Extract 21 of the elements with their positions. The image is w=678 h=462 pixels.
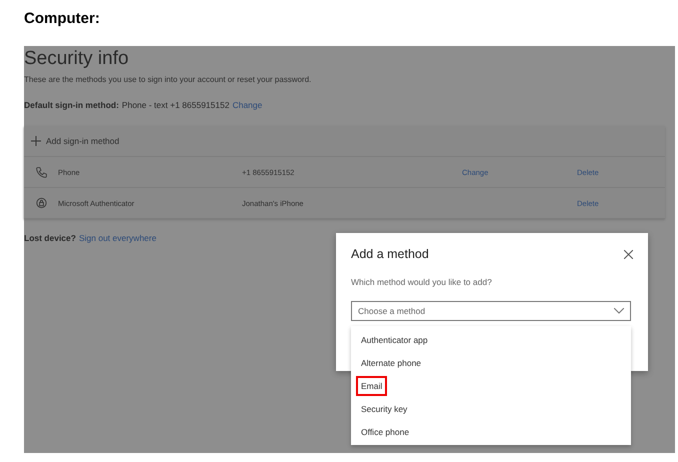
dialog-question: Which method would you like to add? bbox=[351, 277, 493, 287]
page-description: These are the methods you use to sign into your account or reset your password. bbox=[24, 75, 312, 84]
chevron-down-icon bbox=[614, 308, 624, 314]
default-method-value: Phone - text +1 8655915152 bbox=[122, 100, 230, 110]
default-method-label: Default sign-in method: bbox=[24, 100, 119, 110]
add-method-button[interactable]: Add sign-in method bbox=[31, 136, 120, 146]
method-option[interactable]: Security key bbox=[356, 398, 412, 418]
section-heading: Computer: bbox=[24, 10, 100, 27]
phone-icon bbox=[34, 166, 48, 178]
close-button[interactable] bbox=[624, 250, 633, 258]
method-option[interactable]: Office phone bbox=[356, 422, 414, 442]
page-title: Security info bbox=[24, 48, 129, 70]
close-icon bbox=[624, 250, 633, 258]
method-option[interactable]: Authenticator app bbox=[356, 330, 433, 350]
plus-icon bbox=[31, 136, 41, 146]
lock-badge-icon bbox=[36, 197, 46, 209]
method-option[interactable]: Alternate phone bbox=[356, 352, 426, 372]
method-option[interactable]: Email bbox=[356, 376, 388, 396]
method-dropdown[interactable]: Choose a method bbox=[351, 301, 631, 321]
lost-device-label: Lost device? bbox=[24, 233, 76, 243]
dialog-title: Add a method bbox=[351, 247, 429, 261]
